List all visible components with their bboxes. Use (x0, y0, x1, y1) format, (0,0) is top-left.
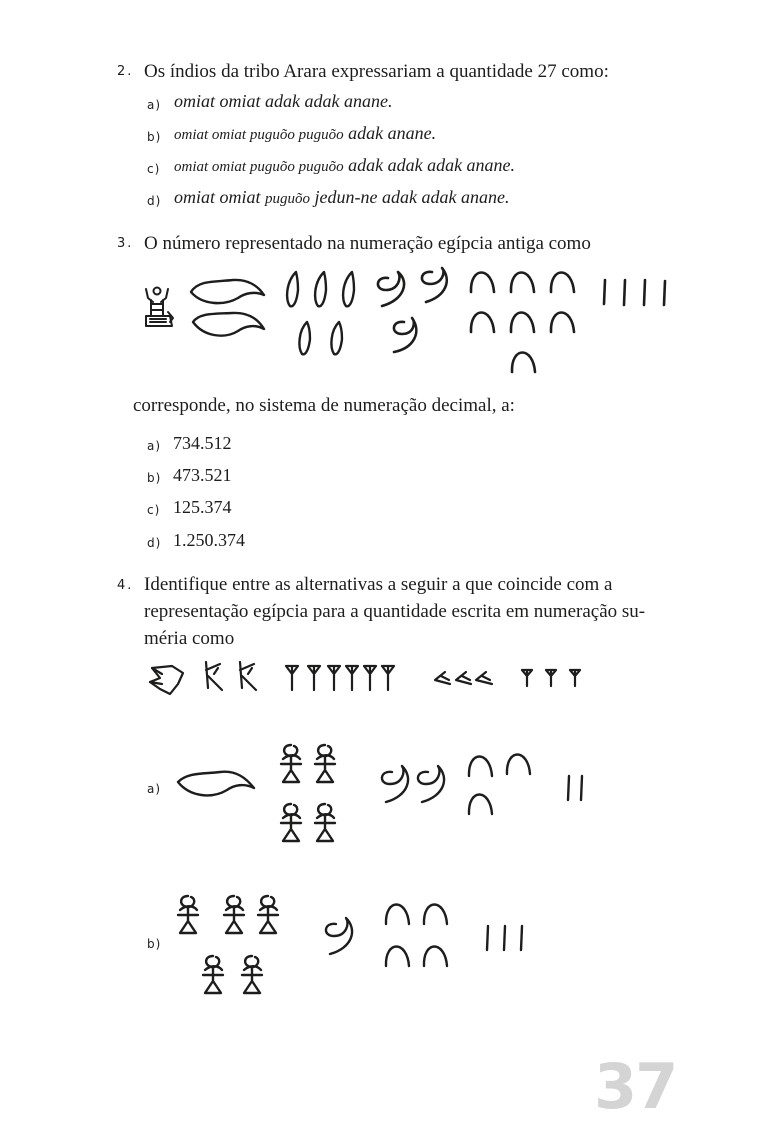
page-number: 37 (594, 1050, 678, 1123)
arch-glyph (384, 945, 411, 968)
stroke-glyph (519, 924, 524, 952)
figure-glyphs (176, 894, 280, 995)
coil-glyph (324, 916, 354, 956)
stroke-glyph (502, 924, 507, 952)
arch-glyph (384, 903, 411, 926)
arch-glyph (422, 903, 449, 926)
arch-glyph (422, 945, 449, 968)
stroke-glyph (485, 924, 490, 952)
q4-option-b-figure (176, 894, 524, 995)
